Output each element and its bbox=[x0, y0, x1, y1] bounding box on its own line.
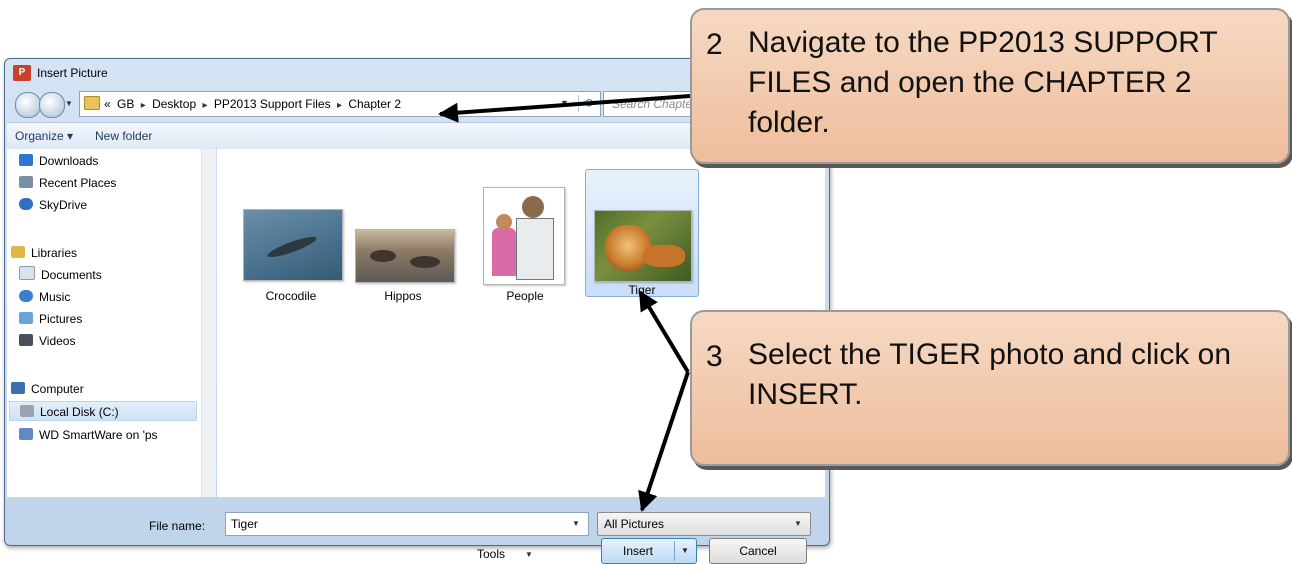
nav-item-libraries[interactable]: Libraries bbox=[11, 243, 77, 263]
breadcrumb-desktop[interactable]: Desktop bbox=[152, 97, 196, 111]
downloads-icon bbox=[19, 154, 33, 166]
file-item-crocodile[interactable]: Crocodile bbox=[235, 193, 347, 313]
pictures-icon bbox=[19, 312, 33, 324]
insert-button[interactable]: Insert ▼ bbox=[601, 538, 697, 564]
local-disk-icon bbox=[20, 405, 34, 417]
nav-item-downloads[interactable]: Downloads bbox=[19, 151, 98, 171]
refresh-icon[interactable]: ⟲ bbox=[578, 95, 597, 112]
file-name-label: Crocodile bbox=[265, 289, 317, 303]
file-name-label: Hippos bbox=[384, 289, 422, 303]
callout-line: FILES and open the CHAPTER 2 bbox=[748, 66, 1192, 99]
tools-button[interactable]: Tools bbox=[477, 547, 505, 561]
organize-button[interactable]: Organize ▾ bbox=[15, 129, 73, 143]
file-type-value: All Pictures bbox=[604, 517, 665, 531]
cancel-label: Cancel bbox=[739, 544, 777, 558]
callout-step-3: 3 Select the TIGER photo and click on IN… bbox=[690, 310, 1290, 466]
file-item-hippos[interactable]: Hippos bbox=[347, 193, 459, 313]
file-name-label: People bbox=[506, 289, 544, 303]
nav-item-recent-places[interactable]: Recent Places bbox=[19, 173, 116, 193]
file-name-value: Tiger bbox=[231, 517, 258, 531]
chevron-right-icon[interactable]: ▸ bbox=[337, 100, 342, 111]
callout-number: 2 bbox=[706, 28, 723, 61]
breadcrumb-overflow[interactable]: « bbox=[104, 97, 111, 111]
chevron-right-icon[interactable]: ▸ bbox=[141, 100, 146, 111]
libraries-icon bbox=[11, 246, 25, 258]
skydrive-icon bbox=[19, 198, 33, 210]
nav-item-videos[interactable]: Videos bbox=[19, 331, 75, 351]
chevron-down-icon[interactable]: ▼ bbox=[572, 519, 580, 528]
nav-item-skydrive[interactable]: SkyDrive bbox=[19, 195, 87, 215]
callout-line: Select the TIGER photo and click on bbox=[748, 338, 1232, 371]
chevron-right-icon[interactable]: ▸ bbox=[202, 100, 207, 111]
chevron-down-icon[interactable]: ▼ bbox=[525, 550, 533, 559]
breadcrumb-gb[interactable]: GB bbox=[117, 97, 134, 111]
powerpoint-icon: P bbox=[13, 65, 31, 81]
file-name-label: File name: bbox=[149, 519, 206, 533]
chevron-down-icon[interactable]: ▼ bbox=[794, 519, 802, 528]
network-drive-icon bbox=[19, 428, 33, 440]
callout-line: Navigate to the PP2013 SUPPORT bbox=[748, 26, 1218, 59]
breadcrumb-chapter-2[interactable]: Chapter 2 bbox=[348, 97, 401, 111]
recent-places-icon bbox=[19, 176, 33, 188]
hippos-thumbnail bbox=[355, 229, 455, 283]
file-name-label: Tiger bbox=[628, 283, 656, 297]
nav-item-documents[interactable]: Documents bbox=[19, 265, 102, 285]
folder-icon bbox=[84, 96, 100, 110]
nav-scrollbar[interactable]: ▲ ▼ bbox=[201, 149, 410, 497]
cancel-button[interactable]: Cancel bbox=[709, 538, 807, 564]
nav-item-computer[interactable]: Computer bbox=[11, 379, 84, 399]
nav-item-local-disk[interactable]: Local Disk (C:) bbox=[9, 401, 197, 421]
nav-item-wd-smartware[interactable]: WD SmartWare on 'ps bbox=[19, 425, 158, 445]
videos-icon bbox=[19, 334, 33, 346]
music-icon bbox=[19, 290, 33, 302]
file-name-input[interactable]: Tiger ▼ bbox=[225, 512, 589, 536]
navigation-pane[interactable]: Downloads Recent Places SkyDrive Librari… bbox=[7, 149, 410, 497]
insert-options-dropdown-icon[interactable]: ▼ bbox=[674, 541, 695, 561]
forward-button[interactable] bbox=[39, 92, 65, 118]
tiger-thumbnail bbox=[594, 210, 692, 282]
file-item-people[interactable]: People bbox=[469, 187, 581, 313]
file-type-select[interactable]: All Pictures ▼ bbox=[597, 512, 811, 536]
breadcrumb-support-files[interactable]: PP2013 Support Files bbox=[214, 97, 331, 111]
address-bar[interactable]: « GB ▸ Desktop ▸ PP2013 Support Files ▸ … bbox=[79, 91, 601, 117]
callout-line: folder. bbox=[748, 106, 830, 139]
dialog-title: Insert Picture bbox=[37, 66, 108, 80]
callout-step-2: 2 Navigate to the PP2013 SUPPORT FILES a… bbox=[690, 8, 1290, 164]
recent-pages-dropdown-icon[interactable]: ▼ bbox=[65, 99, 73, 108]
documents-icon bbox=[19, 266, 35, 280]
breadcrumb: « GB ▸ Desktop ▸ PP2013 Support Files ▸ … bbox=[104, 97, 404, 111]
nav-item-music[interactable]: Music bbox=[19, 287, 70, 307]
address-dropdown-icon[interactable]: ▼ bbox=[560, 98, 569, 108]
new-folder-button[interactable]: New folder bbox=[95, 129, 152, 143]
callout-line: INSERT. bbox=[748, 378, 863, 411]
back-button[interactable] bbox=[15, 92, 41, 118]
crocodile-thumbnail bbox=[243, 209, 343, 281]
people-thumbnail bbox=[483, 187, 565, 285]
callout-number: 3 bbox=[706, 340, 723, 373]
insert-label: Insert bbox=[622, 544, 653, 558]
nav-item-pictures[interactable]: Pictures bbox=[19, 309, 82, 329]
computer-icon bbox=[11, 382, 25, 394]
file-item-tiger[interactable]: Tiger bbox=[585, 169, 699, 297]
